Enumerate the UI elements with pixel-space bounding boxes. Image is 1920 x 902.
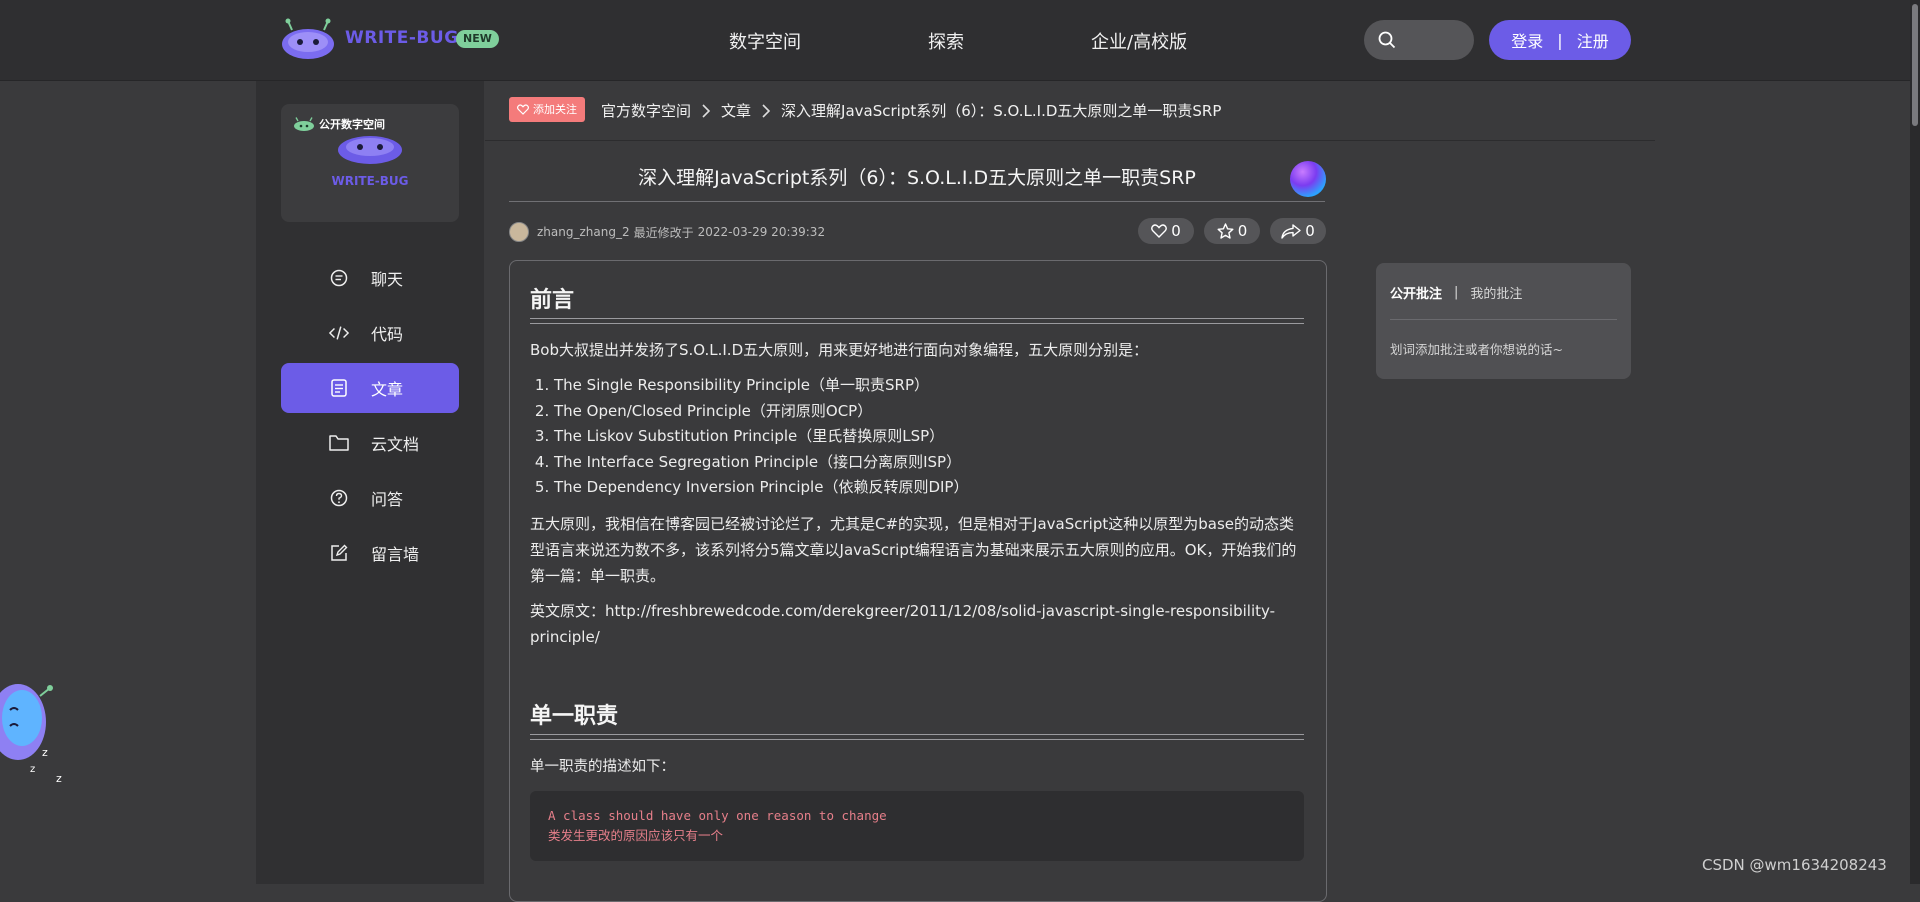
user-avatar[interactable]	[509, 222, 529, 242]
sidebar-item-chat[interactable]: 聊天	[281, 253, 459, 303]
mascot-icon	[294, 117, 314, 131]
follow-button[interactable]: 添加关注	[509, 97, 585, 122]
brand-name[interactable]: WRITE-BUG	[345, 28, 459, 48]
chat-icon	[329, 268, 349, 288]
sidebar-item-code[interactable]: 代码	[281, 308, 459, 358]
svg-text:z: z	[42, 746, 48, 759]
breadcrumb-articles[interactable]: 文章	[721, 100, 751, 121]
heart-outline-icon	[1151, 224, 1168, 238]
principles-list: The Single Responsibility Principle（单一职责…	[530, 373, 1328, 501]
share-button[interactable]: 0	[1270, 218, 1326, 244]
list-item: The Interface Segregation Principle（接口分离…	[554, 450, 1328, 476]
nav-enterprise[interactable]: 企业/高校版	[1091, 28, 1187, 54]
intro-paragraph: Bob大叔提出并发扬了S.O.L.I.D五大原则，用来更好地进行面向对象编程，五…	[530, 341, 1149, 359]
star-count: 0	[1237, 222, 1248, 240]
scrollbar-thumb[interactable]	[1912, 4, 1918, 126]
question-icon	[329, 488, 349, 508]
modified-label: 最近修改于	[633, 225, 694, 240]
register-button[interactable]: 注册	[1577, 28, 1609, 52]
breadcrumb: 官方数字空间 文章 深入理解JavaScript系列（6）：S.O.L.I.D五…	[601, 100, 1221, 121]
code-line: A class should have only one reason to c…	[548, 808, 887, 823]
heading-intro: 前言	[530, 288, 575, 313]
annotation-divider	[1390, 319, 1617, 320]
sidebar-item-qa[interactable]: 问答	[281, 473, 459, 523]
heading-rule	[530, 318, 1304, 324]
sidebar-item-label: 问答	[371, 490, 404, 509]
nav-digital-space[interactable]: 数字空间	[729, 28, 801, 54]
like-count: 0	[1171, 222, 1181, 240]
title-divider	[509, 201, 1325, 202]
share-icon	[1281, 223, 1301, 239]
nav-explore[interactable]: 探索	[928, 28, 964, 54]
breadcrumb-current: 深入理解JavaScript系列（6）：S.O.L.I.D五大原则之单一职责SR…	[781, 102, 1222, 120]
tab-divider: |	[1454, 285, 1459, 300]
list-item: The Liskov Substitution Principle（里氏替换原则…	[554, 424, 1328, 450]
chevron-right-icon	[702, 103, 711, 118]
article-title: 深入理解JavaScript系列（6）：S.O.L.I.D五大原则之单一职责SR…	[638, 167, 1196, 189]
modified-time: 2022-03-29 20:39:32	[697, 225, 826, 239]
source-paragraph: 英文原文：http://freshbrewedcode.com/derekgre…	[530, 602, 1276, 646]
new-badge: NEW	[456, 30, 499, 48]
annotation-panel: 公开批注 | 我的批注 划词添加批注或者你想说的话~	[1376, 263, 1631, 379]
sidebar-item-label: 代码	[371, 325, 404, 344]
watermark: CSDN @wm1634208243	[1702, 856, 1887, 874]
list-item: The Open/Closed Principle（开闭原则OCP）	[554, 399, 1328, 425]
sidebar-item-label: 云文档	[371, 435, 420, 454]
star-outline-icon	[1217, 223, 1234, 239]
auth-button: 登录 | 注册	[1489, 20, 1631, 60]
author-name[interactable]: zhang_zhang_2	[537, 225, 630, 239]
srp-description: 单一职责的描述如下：	[530, 759, 675, 775]
page-scrollbar[interactable]	[1910, 0, 1920, 884]
search-input[interactable]	[1364, 20, 1474, 60]
follow-label: 添加关注	[533, 103, 577, 116]
folder-icon	[329, 433, 349, 453]
svg-text:z: z	[30, 764, 35, 775]
list-item: The Dependency Inversion Principle（依赖反转原…	[554, 475, 1328, 501]
article-meta: zhang_zhang_2 最近修改于 2022-03-29 20:39:32	[509, 222, 825, 242]
floating-mascot-icon[interactable]: z z z	[0, 660, 70, 790]
space-avatar-icon	[338, 136, 402, 164]
edit-icon	[329, 543, 349, 563]
search-icon	[1378, 31, 1396, 49]
svg-text:z: z	[56, 772, 62, 785]
like-button[interactable]: 0	[1138, 218, 1194, 244]
author-avatar[interactable]	[1290, 161, 1326, 197]
article-icon	[329, 378, 349, 398]
sidebar-item-article[interactable]: 文章	[281, 363, 459, 413]
login-button[interactable]: 登录	[1511, 28, 1543, 52]
sidebar-item-label: 聊天	[371, 270, 404, 289]
tab-my-annotations[interactable]: 我的批注	[1470, 283, 1522, 302]
space-card[interactable]: 公开数字空间 WRITE-BUG	[281, 104, 459, 222]
breadcrumb-official-space[interactable]: 官方数字空间	[601, 100, 691, 121]
auth-divider: |	[1557, 30, 1563, 50]
chevron-right-icon	[762, 103, 771, 118]
code-block: A class should have only one reason to c…	[530, 791, 1304, 861]
code-icon	[329, 323, 349, 343]
write-bug-logo-icon[interactable]	[280, 18, 336, 60]
annotation-hint: 划词添加批注或者你想说的话~	[1390, 342, 1563, 357]
heart-icon	[517, 104, 529, 115]
body-paragraph: 五大原则，我相信在博客园已经被讨论烂了，尤其是C#的实现，但是相对于JavaSc…	[530, 515, 1297, 585]
sidebar-item-label: 留言墙	[371, 545, 420, 564]
top-header: WRITE-BUG NEW 数字空间 探索 企业/高校版 登录 | 注册	[0, 0, 1920, 81]
sidebar-item-cloud-docs[interactable]: 云文档	[281, 418, 459, 468]
sidebar-item-label: 文章	[371, 380, 404, 399]
annotation-tabs: 公开批注 | 我的批注	[1390, 283, 1522, 302]
tab-public-annotations[interactable]: 公开批注	[1390, 283, 1442, 302]
code-line: 类发生更改的原因应该只有一个	[548, 828, 724, 843]
space-name: WRITE-BUG	[331, 174, 409, 188]
sidebar-item-message-wall[interactable]: 留言墙	[281, 528, 459, 578]
favorite-button[interactable]: 0	[1204, 218, 1260, 244]
share-count: 0	[1305, 222, 1315, 240]
heading-rule	[530, 734, 1304, 740]
list-item: The Single Responsibility Principle（单一职责…	[554, 373, 1328, 399]
heading-srp: 单一职责	[530, 704, 619, 729]
